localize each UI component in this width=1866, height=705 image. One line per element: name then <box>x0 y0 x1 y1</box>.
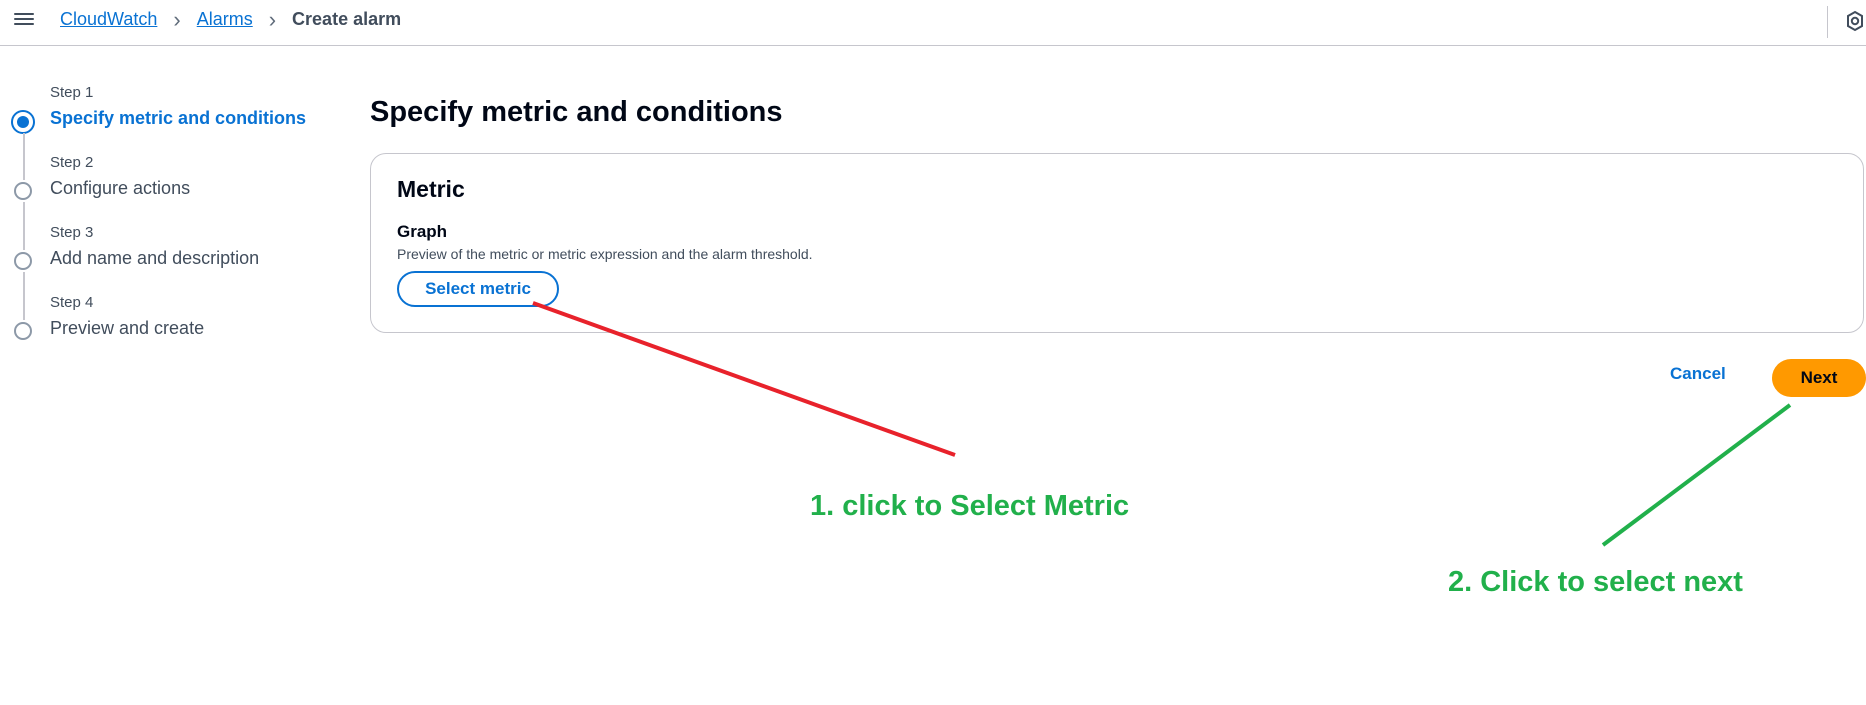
step-title: Configure actions <box>50 178 191 198</box>
next-button[interactable]: Next <box>1772 359 1866 397</box>
step-number: Step 4 <box>50 294 94 311</box>
breadcrumb-alarms[interactable]: Alarms <box>197 9 253 30</box>
metric-container: Metric Graph Preview of the metric or me… <box>370 153 1864 333</box>
breadcrumb-cloudwatch[interactable]: CloudWatch <box>60 9 157 30</box>
step-indicator <box>14 252 32 270</box>
annotation-arrow-next <box>1601 403 1792 547</box>
graph-description: Preview of the metric or metric expressi… <box>397 246 813 262</box>
step-number: Step 1 <box>50 84 94 101</box>
menu-icon[interactable] <box>14 10 34 30</box>
graph-label: Graph <box>397 222 448 241</box>
annotation-note-1: 1. click to Select Metric <box>810 490 1130 522</box>
step-number: Step 2 <box>50 154 94 171</box>
step-indicator <box>14 182 32 200</box>
divider <box>1827 6 1828 38</box>
annotation-note-2: 2. Click to select next <box>1448 566 1743 598</box>
annotation-overlay <box>532 301 1792 547</box>
step-connector <box>23 202 25 250</box>
metric-heading: Metric <box>397 176 465 202</box>
step-connector <box>23 272 25 320</box>
select-metric-button[interactable]: Select metric <box>397 271 559 307</box>
step-indicator <box>14 322 32 340</box>
step-title: Add name and description <box>50 248 260 268</box>
step-active-indicator <box>11 110 35 134</box>
breadcrumb: CloudWatch › Alarms › Create alarm <box>60 6 402 32</box>
settings-icon[interactable] <box>1845 10 1865 32</box>
step-number: Step 3 <box>50 224 94 241</box>
breadcrumb-current: Create alarm <box>292 9 402 29</box>
step-connector <box>23 133 25 180</box>
step-title: Preview and create <box>50 318 205 338</box>
cancel-button[interactable]: Cancel <box>1664 363 1732 385</box>
chevron-right-icon: › <box>268 6 277 32</box>
page-title: Specify metric and conditions <box>370 96 783 128</box>
step-title[interactable]: Specify metric and conditions <box>50 108 306 129</box>
top-navigation-bar: CloudWatch › Alarms › Create alarm <box>0 0 1866 46</box>
chevron-right-icon: › <box>173 6 181 32</box>
